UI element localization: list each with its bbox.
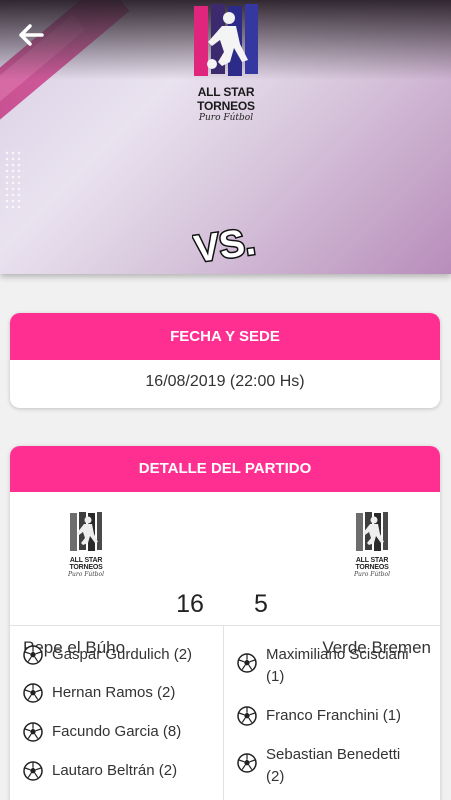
scorer-name: Facundo Garcia (8) [52, 723, 182, 740]
list-item: Facundo Garcia (8) [23, 721, 181, 743]
teams-scoreboard: ALL STAR TORNEOS Puro Fútbol 16 5 ALL ST… [10, 492, 440, 657]
versus-graphic: VS. [192, 219, 258, 268]
scorer-goals: (2) [266, 768, 285, 785]
scorer-goals: (1) [266, 668, 285, 685]
scorer-name: Lautaro Beltrán (2) [52, 762, 178, 779]
match-detail-title: DETALLE DEL PARTIDO [10, 446, 440, 492]
home-team-logo[interactable]: ALL STAR TORNEOS Puro Fútbol [53, 512, 119, 578]
away-team-logo[interactable]: ALL STAR TORNEOS Puro Fútbol [339, 512, 405, 578]
soccer-ball-icon [237, 653, 257, 673]
home-score: 16 [176, 590, 204, 618]
match-datetime: 16/08/2019 (22:00 Hs) [145, 373, 305, 390]
list-item: Lautaro Beltrán (2) [23, 760, 177, 782]
soccer-ball-icon [23, 722, 43, 742]
soccer-ball-icon [23, 761, 43, 781]
soccer-ball-icon [237, 706, 257, 726]
soccer-ball-icon [23, 645, 43, 665]
away-logo-brand: ALL STAR TORNEOS [355, 557, 389, 571]
tournament-logo-tagline: Puro Fútbol [198, 113, 254, 123]
soccer-ball-icon [237, 753, 257, 773]
list-item: Franco Franchini (1) [237, 705, 401, 727]
away-logo-tagline: Puro Fútbol [353, 571, 391, 578]
list-item: Sebastian Benedetti (2) [237, 744, 400, 788]
list-item: Hernan Ramos (2) [23, 682, 175, 704]
home-scorers-list: Gaspar Gurdulich (2) Hernan Ramos (2) Fa… [10, 626, 224, 800]
list-item: Maximiliano Scisciani (1) [237, 644, 409, 688]
tournament-logo-mark [194, 4, 258, 76]
away-team-logo-mark [356, 512, 388, 551]
hero-decor-dots [4, 150, 24, 210]
home-team-logo-mark [70, 512, 102, 551]
soccer-ball-icon [23, 683, 43, 703]
tournament-logo: ALL STAR TORNEOS Puro Fútbol [170, 4, 282, 123]
list-item: Gaspar Gurdulich (2) [23, 644, 192, 666]
scorer-name: Franco Franchini (1) [266, 707, 402, 724]
scorer-name: Sebastian Benedetti [266, 746, 401, 763]
back-button[interactable] [16, 20, 46, 50]
vs-label: VS. [192, 221, 258, 268]
goal-scorers: Gaspar Gurdulich (2) Hernan Ramos (2) Fa… [10, 626, 440, 800]
match-hero-banner: ALL STAR TORNEOS Puro Fútbol VS. [0, 0, 451, 274]
arrow-left-icon [19, 24, 44, 46]
tournament-logo-brand: ALL STAR TORNEOS [197, 85, 255, 113]
scorer-name-wrap: Sebastian Benedetti (2) [266, 744, 400, 788]
scorer-name-wrap: Maximiliano Scisciani (1) [266, 644, 409, 688]
date-venue-card: FECHA Y SEDE 16/08/2019 (22:00 Hs) [10, 313, 440, 408]
scorer-name: Gaspar Gurdulich (2) [52, 646, 193, 663]
away-score: 5 [254, 590, 268, 618]
home-logo-brand: ALL STAR TORNEOS [69, 557, 103, 571]
scorer-name: Maximiliano Scisciani [266, 646, 409, 663]
away-scorers-list: Maximiliano Scisciani (1) Franco Franchi… [225, 626, 440, 800]
scorer-name: Hernan Ramos (2) [52, 684, 176, 701]
date-venue-title: FECHA Y SEDE [10, 313, 440, 360]
match-detail-card: DETALLE DEL PARTIDO ALL STAR TORNEOS Pur… [10, 446, 440, 800]
home-logo-tagline: Puro Fútbol [67, 571, 105, 578]
